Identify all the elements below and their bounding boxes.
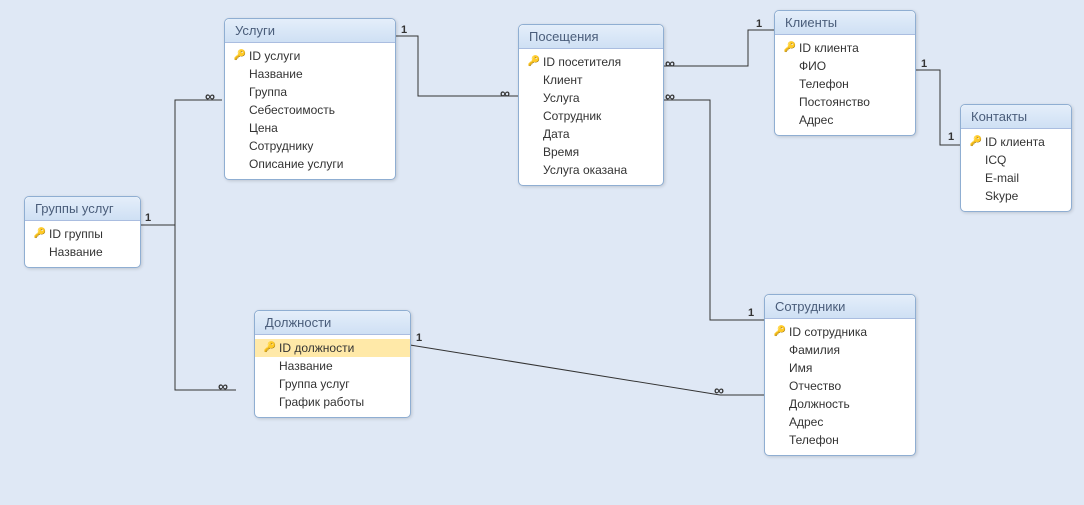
entity-clients[interactable]: Клиенты 🔑ID клиента ФИО Телефон Постоянс… (774, 10, 916, 136)
key-icon: 🔑 (527, 54, 541, 70)
key-icon: 🔑 (783, 40, 797, 56)
card-services-out: 1 (401, 24, 407, 36)
card-visits-in-1: ∞ (500, 85, 510, 101)
card-positions-out: 1 (416, 332, 422, 344)
card-groups-out: 1 (145, 212, 151, 224)
entity-groups[interactable]: Группы услуг 🔑ID группы Название (24, 196, 141, 268)
entity-employees[interactable]: Сотрудники 🔑ID сотрудника Фамилия Имя От… (764, 294, 916, 456)
entity-title: Группы услуг (25, 197, 140, 221)
card-contacts-in: 1 (948, 131, 954, 143)
card-visits-in-3: ∞ (665, 88, 675, 104)
entity-title: Должности (255, 311, 410, 335)
entity-contacts[interactable]: Контакты 🔑ID клиента ICQ E-mail Skype (960, 104, 1072, 212)
entity-positions[interactable]: Должности 🔑ID должности Название Группа … (254, 310, 411, 418)
card-services-in: ∞ (205, 88, 215, 104)
entity-title: Клиенты (775, 11, 915, 35)
entity-visits[interactable]: Посещения 🔑ID посетителя Клиент Услуга С… (518, 24, 664, 186)
entity-title: Посещения (519, 25, 663, 49)
entity-title: Контакты (961, 105, 1071, 129)
key-icon: 🔑 (969, 134, 983, 150)
card-employees-out: 1 (748, 307, 754, 319)
key-icon: 🔑 (233, 48, 247, 64)
card-positions-in: ∞ (218, 378, 228, 394)
card-visits-in-2: ∞ (665, 55, 675, 71)
card-clients-out-visits: 1 (756, 18, 762, 30)
card-employees-in: ∞ (714, 382, 724, 398)
key-icon: 🔑 (773, 324, 787, 340)
entity-title: Услуги (225, 19, 395, 43)
entity-title: Сотрудники (765, 295, 915, 319)
card-clients-out-contacts: 1 (921, 58, 927, 70)
key-icon: 🔑 (33, 226, 47, 242)
entity-services[interactable]: Услуги 🔑ID услуги Название Группа Себест… (224, 18, 396, 180)
entity-fields: 🔑ID группы Название (25, 221, 140, 267)
key-icon: 🔑 (263, 340, 277, 356)
